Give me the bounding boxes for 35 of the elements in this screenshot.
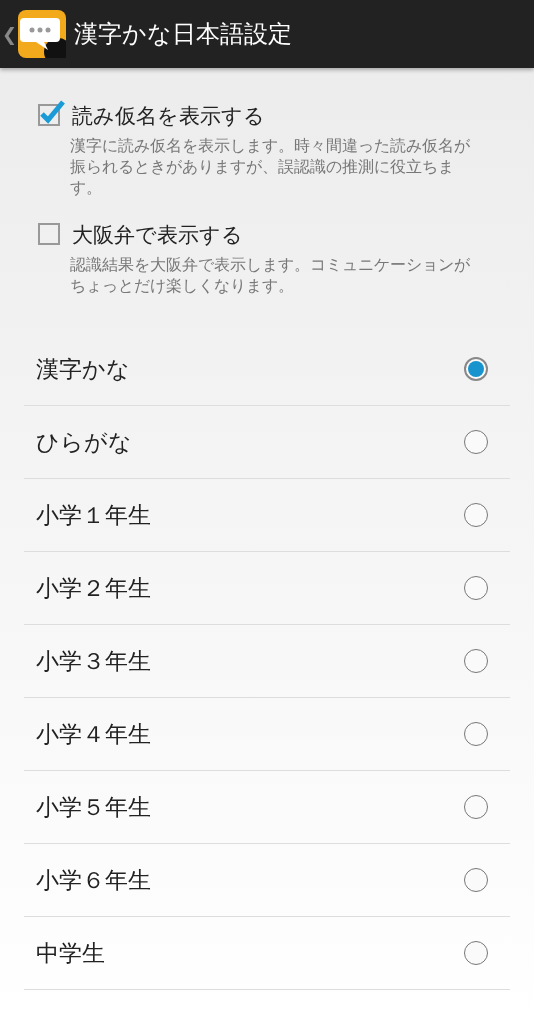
option-label: 小学４年生 (36, 719, 151, 749)
checkbox[interactable] (36, 98, 66, 128)
radio-button[interactable] (464, 430, 488, 454)
radio-button[interactable] (464, 941, 488, 965)
radio-button[interactable] (464, 576, 488, 600)
back-button[interactable]: ❮ (2, 23, 20, 45)
speech-bubble-icon (18, 10, 66, 58)
option-label: 漢字かな (36, 354, 130, 384)
option-row[interactable]: 小学５年生 (24, 771, 510, 844)
radio-button[interactable] (464, 795, 488, 819)
checkbox-label: 大阪弁で表示する (72, 222, 243, 249)
setting-description: 漢字に読み仮名を表示します。時々間違った読み仮名が振られるときがありますが、誤認識の推測に役立ちます。 (70, 136, 471, 199)
radio-button[interactable] (464, 649, 488, 673)
setting-description: 認識結果を大阪弁で表示します。コミュニケーションがちょっとだけ楽しくなります。 (70, 255, 471, 297)
screen-title: 漢字かな日本語設定 (74, 19, 292, 50)
option-row[interactable]: 中学生 (24, 917, 510, 990)
option-label: 小学１年生 (36, 500, 151, 530)
option-label: 小学３年生 (36, 646, 151, 676)
option-label: 小学２年生 (36, 573, 151, 603)
option-row[interactable]: 小学１年生 (24, 479, 510, 552)
option-label: 中学生 (36, 938, 105, 968)
option-row[interactable]: ひらがな (24, 406, 510, 479)
radio-button[interactable] (464, 503, 488, 527)
option-row[interactable]: 小学６年生 (24, 844, 510, 917)
checkbox-label: 読み仮名を表示する (72, 103, 265, 130)
option-row[interactable]: 漢字かな (24, 333, 510, 406)
option-label: 小学６年生 (36, 865, 151, 895)
radio-button[interactable] (464, 868, 488, 892)
option-row[interactable]: 小学３年生 (24, 625, 510, 698)
option-label: ひらがな (36, 427, 132, 457)
radio-button[interactable] (464, 357, 488, 381)
option-row[interactable]: 小学４年生 (24, 698, 510, 771)
radio-button[interactable] (464, 722, 488, 746)
option-row[interactable]: 小学２年生 (24, 552, 510, 625)
option-label: 小学５年生 (36, 792, 151, 822)
